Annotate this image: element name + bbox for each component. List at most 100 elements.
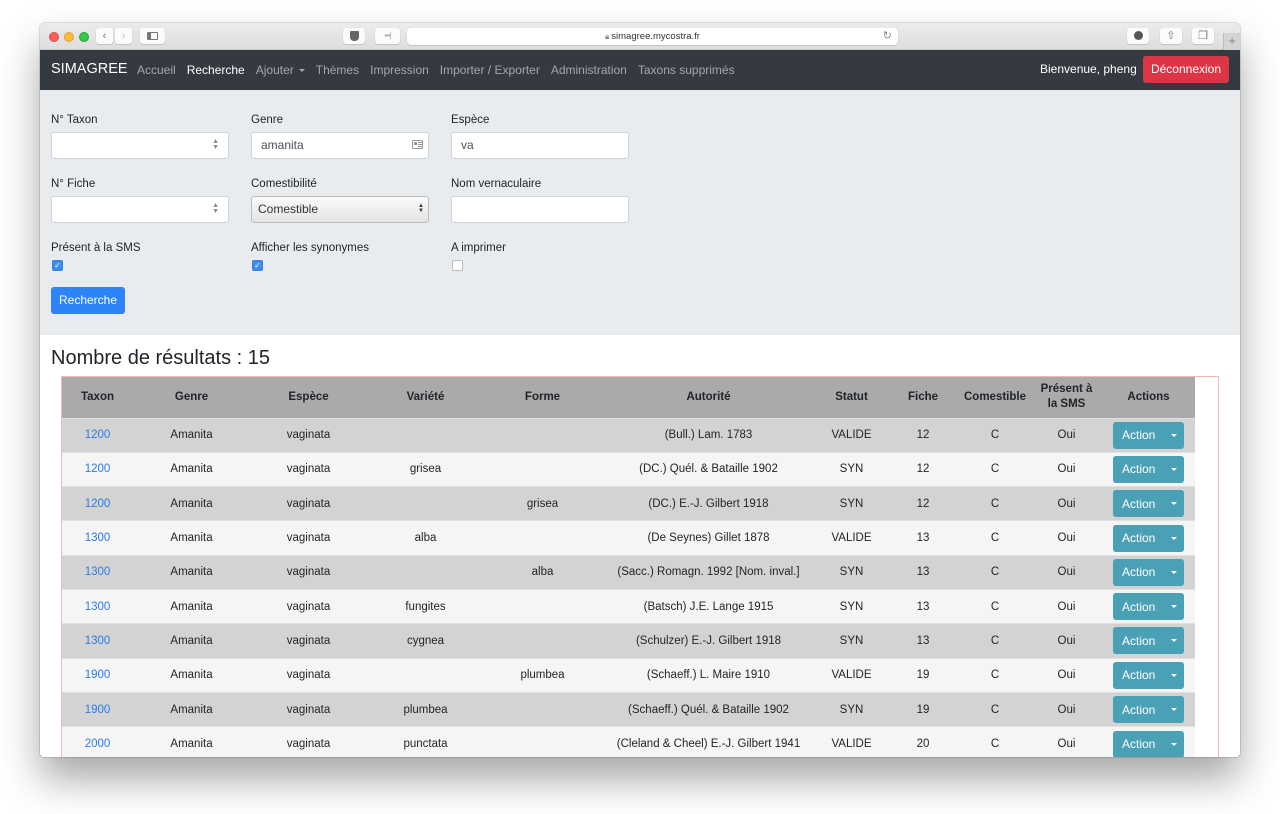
actions-cell: Action: [1102, 691, 1195, 727]
col-header-statut[interactable]: Statut: [816, 377, 887, 418]
logout-button[interactable]: Déconnexion: [1143, 56, 1229, 83]
brand-logo[interactable]: SIMAGREE: [51, 61, 128, 77]
genre-group: Genre amanita: [251, 114, 429, 159]
url-text: simagree.mycostra.fr: [611, 31, 700, 42]
genre-cell: Amanita: [133, 554, 250, 590]
action-toggle[interactable]: [1164, 593, 1184, 620]
col-header-present-sms[interactable]: Présent à la SMS: [1031, 377, 1102, 418]
action-toggle[interactable]: [1164, 731, 1184, 757]
spinner-icon[interactable]: ▲ ▼: [212, 138, 219, 151]
genre-input[interactable]: amanita: [251, 132, 429, 159]
nav-importer-exporter[interactable]: Importer / Exporter: [440, 63, 540, 77]
nav-recherche[interactable]: Recherche: [187, 63, 245, 77]
nav-administration[interactable]: Administration: [551, 63, 627, 77]
action-dropdown-button[interactable]: Action: [1113, 730, 1184, 757]
action-dropdown-button[interactable]: Action: [1113, 593, 1184, 621]
forward-button[interactable]: ›: [115, 28, 132, 44]
nav-themes[interactable]: Thèmes: [316, 63, 359, 77]
forme-cell: [484, 623, 601, 659]
action-toggle[interactable]: [1164, 456, 1184, 483]
new-tab-button[interactable]: +: [1223, 33, 1240, 50]
ublock-extension-button[interactable]: [343, 28, 365, 44]
downloads-button[interactable]: [1127, 28, 1149, 44]
action-toggle[interactable]: [1164, 490, 1184, 517]
taxon-number-input[interactable]: ▲ ▼: [51, 132, 229, 159]
genre-cell: Amanita: [133, 726, 250, 757]
nav-ajouter-dropdown[interactable]: Ajouter: [256, 63, 305, 77]
nav-accueil[interactable]: Accueil: [137, 63, 176, 77]
spinner-icon[interactable]: ▲ ▼: [212, 202, 219, 215]
fiche-number-group: N° Fiche ▲ ▼: [51, 178, 229, 223]
col-header-fiche[interactable]: Fiche: [887, 377, 959, 418]
nav-impression[interactable]: Impression: [370, 63, 429, 77]
statut-cell: VALIDE: [816, 417, 887, 453]
minimize-window-button[interactable]: [64, 32, 74, 42]
search-button[interactable]: Recherche: [51, 287, 125, 314]
comestibilite-selected: Comestible: [258, 202, 319, 216]
taxon-link[interactable]: 1200: [85, 429, 111, 441]
action-toggle[interactable]: [1164, 662, 1184, 689]
action-dropdown-button[interactable]: Action: [1113, 524, 1184, 552]
col-header-taxon[interactable]: Taxon: [62, 377, 133, 418]
col-header-comestible[interactable]: Comestible: [959, 377, 1031, 418]
statut-cell: VALIDE: [816, 520, 887, 556]
action-dropdown-button[interactable]: Action: [1113, 455, 1184, 483]
taxon-link[interactable]: 1300: [85, 635, 111, 647]
a-imprimer-checkbox[interactable]: [452, 260, 463, 271]
fiche-number-input[interactable]: ▲ ▼: [51, 196, 229, 223]
comestible-cell: C: [959, 726, 1031, 757]
sidebar-toggle-button[interactable]: [140, 28, 165, 44]
zoom-window-button[interactable]: [79, 32, 89, 42]
action-dropdown-button[interactable]: Action: [1113, 661, 1184, 689]
afficher-synonymes-checkbox[interactable]: ✓: [252, 260, 263, 271]
col-header-espece[interactable]: Espèce: [250, 377, 367, 418]
variete-cell: alba: [367, 520, 484, 556]
comestibilite-select[interactable]: Comestible ▲ ▼: [251, 196, 429, 223]
present-sms-cell: Oui: [1031, 657, 1102, 693]
action-label: Action: [1122, 428, 1156, 443]
share-button[interactable]: ⇧: [1160, 28, 1182, 44]
extensions-button[interactable]: •••|: [375, 28, 400, 44]
reload-icon[interactable]: ↻: [883, 28, 892, 45]
taxon-link[interactable]: 1300: [85, 601, 111, 613]
action-dropdown-button[interactable]: Action: [1113, 558, 1184, 586]
action-toggle[interactable]: [1164, 525, 1184, 552]
tabs-overview-button[interactable]: ❐: [1192, 28, 1214, 44]
col-header-variete[interactable]: Variété: [367, 377, 484, 418]
taxon-link[interactable]: 1900: [85, 669, 111, 681]
col-header-genre[interactable]: Genre: [133, 377, 250, 418]
action-toggle[interactable]: [1164, 696, 1184, 723]
taxon-link[interactable]: 1900: [85, 704, 111, 716]
contact-card-icon[interactable]: [412, 140, 423, 149]
address-bar[interactable]: 🔒︎ simagree.mycostra.fr ↻: [407, 28, 898, 45]
action-dropdown-button[interactable]: Action: [1113, 627, 1184, 655]
action-dropdown-button[interactable]: Action: [1113, 696, 1184, 724]
nom-vernaculaire-input[interactable]: [451, 196, 629, 223]
taxon-link[interactable]: 2000: [85, 738, 111, 750]
action-toggle[interactable]: [1164, 422, 1184, 449]
actions-cell: Action: [1102, 554, 1195, 590]
col-header-forme[interactable]: Forme: [484, 377, 601, 418]
taxon-link[interactable]: 1300: [85, 566, 111, 578]
back-button[interactable]: ‹: [96, 28, 113, 44]
genre-cell: Amanita: [133, 623, 250, 659]
variete-cell: plumbea: [367, 691, 484, 727]
nav-taxons-supprimes[interactable]: Taxons supprimés: [638, 63, 735, 77]
present-sms-checkbox[interactable]: ✓: [52, 260, 63, 271]
taxon-link[interactable]: 1300: [85, 532, 111, 544]
forme-cell: alba: [484, 554, 601, 590]
variete-cell: fungites: [367, 588, 484, 624]
dots-icon: •••|: [384, 31, 392, 40]
plus-icon: +: [1228, 33, 1236, 48]
taxon-link[interactable]: 1200: [85, 463, 111, 475]
action-toggle[interactable]: [1164, 627, 1184, 654]
fiche-cell: 13: [887, 554, 959, 590]
close-window-button[interactable]: [49, 32, 59, 42]
afficher-synonymes-group: Afficher les synonymes ✓: [251, 242, 369, 271]
espece-input[interactable]: va: [451, 132, 629, 159]
action-dropdown-button[interactable]: Action: [1113, 490, 1184, 518]
action-dropdown-button[interactable]: Action: [1113, 421, 1184, 449]
taxon-link[interactable]: 1200: [85, 498, 111, 510]
col-header-autorite[interactable]: Autorité: [601, 377, 816, 418]
action-toggle[interactable]: [1164, 559, 1184, 586]
